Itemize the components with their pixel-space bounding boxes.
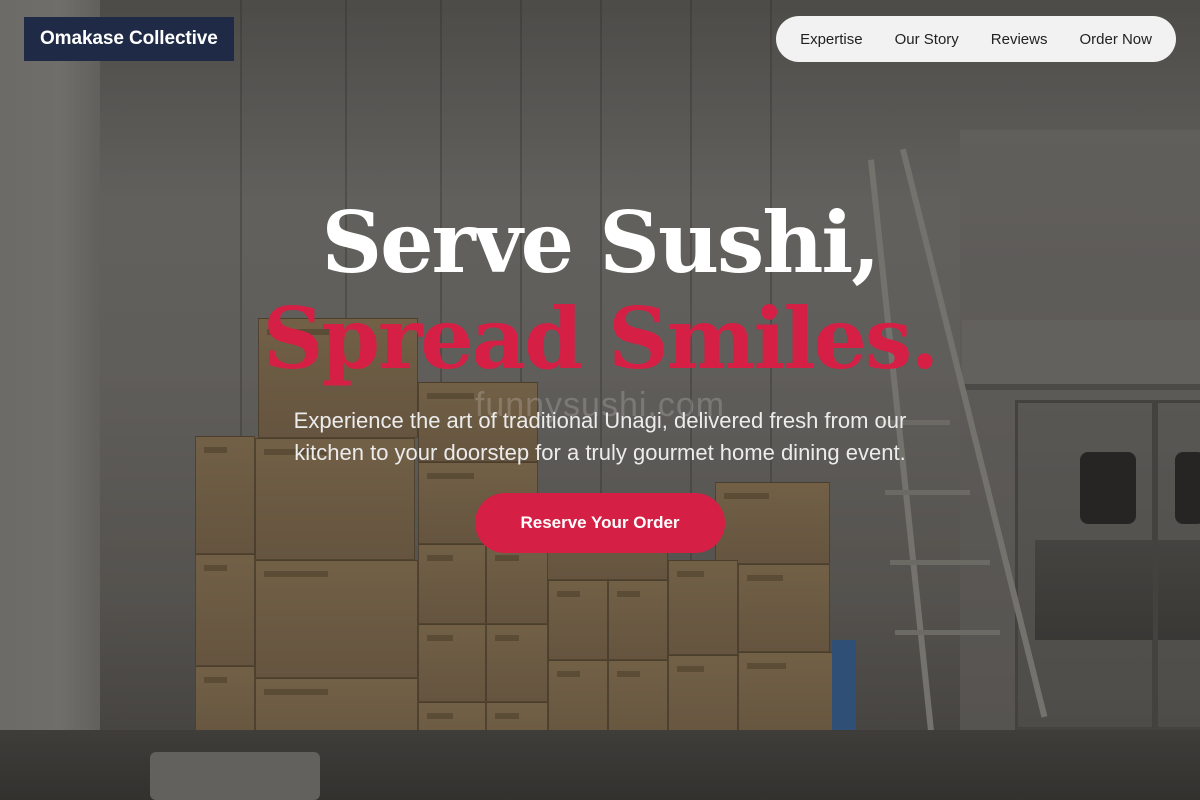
nav-expertise[interactable]: Expertise — [784, 31, 879, 48]
nav-order-now[interactable]: Order Now — [1063, 31, 1168, 48]
brand-logo[interactable]: Omakase Collective — [24, 17, 234, 61]
hero-section: Serve Sushi, Spread Smiles. Experience t… — [0, 195, 1200, 553]
hero-subtitle: Experience the art of traditional Unagi,… — [293, 408, 907, 465]
top-nav: Expertise Our Story Reviews Order Now — [776, 16, 1176, 62]
nav-reviews[interactable]: Reviews — [975, 31, 1064, 48]
hero-title: Serve Sushi, Spread Smiles. — [0, 195, 1200, 387]
hero-title-line2: Spread Smiles. — [262, 289, 940, 388]
reserve-order-button[interactable]: Reserve Your Order — [475, 493, 725, 553]
hero-title-line1: Serve Sushi, — [321, 193, 880, 292]
nav-our-story[interactable]: Our Story — [879, 31, 975, 48]
